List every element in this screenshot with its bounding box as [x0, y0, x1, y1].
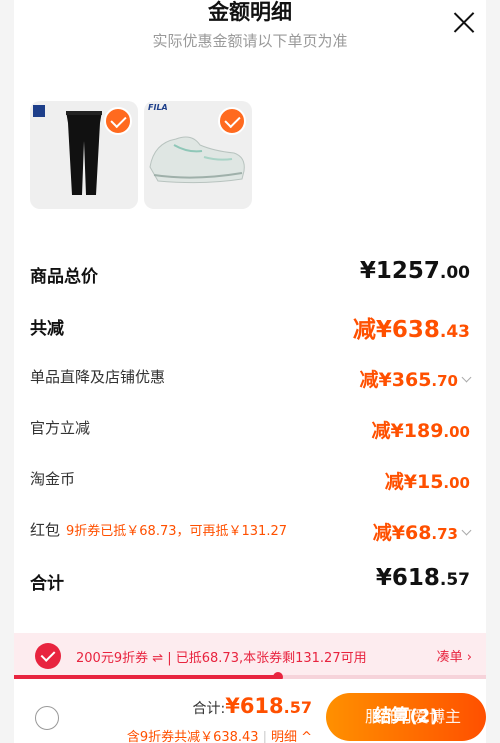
- taojinbi-value: 减¥15.00: [384, 471, 470, 493]
- row-total-discount: 共减 减¥638.43: [30, 314, 470, 344]
- row-sum: 合计 ¥618.57: [30, 565, 470, 599]
- row-taojinbi: 淘金币 减¥15.00: [30, 468, 470, 494]
- row-red-packet[interactable]: 红包 9折券已抵￥68.73，可再抵￥131.27 减¥68.73: [30, 518, 472, 545]
- sum-value: ¥618.57: [375, 565, 470, 591]
- total-discount-value: 减¥638.43: [352, 317, 470, 343]
- footer-total: 合计:¥618.57: [192, 694, 312, 718]
- page-subtitle: 实际优惠金额请以下单页为准: [152, 32, 348, 50]
- product-thumbnail-pants[interactable]: [30, 101, 138, 209]
- chevron-down-icon[interactable]: [461, 525, 472, 536]
- fila-logo-text: FILA: [148, 103, 168, 112]
- row-total-goods: 商品总价 ¥1257.00: [30, 258, 470, 292]
- footer-coupon-note: 含9折券共减￥638.43 | 明细 ^: [126, 730, 312, 743]
- close-icon[interactable]: [450, 8, 478, 36]
- taojinbi-label: 淘金币: [30, 470, 76, 488]
- fila-logo-icon: [33, 105, 45, 117]
- red-packet-value: 减¥68.73: [373, 518, 472, 545]
- coupon-text: 200元9折券 ⇌ | 已抵68.73,本张券剩131.27可用: [76, 651, 367, 666]
- coupon-checked-icon[interactable]: [35, 643, 61, 669]
- shop-discount-value: 减¥365.70: [360, 365, 472, 392]
- red-packet-label: 红包 9折券已抵￥68.73，可再抵￥131.27: [30, 521, 287, 539]
- official-value: 减¥189.00: [371, 420, 470, 442]
- watermark: 服饰可爱博主: [365, 707, 462, 726]
- total-goods-label: 商品总价: [30, 267, 98, 287]
- red-packet-note: 9折券已抵￥68.73，可再抵￥131.27: [66, 524, 287, 539]
- detail-link[interactable]: 明细 ^: [271, 730, 312, 743]
- shop-discount-label: 单品直降及店铺优惠: [30, 368, 166, 386]
- product-thumbnail-sneaker[interactable]: FILA: [144, 101, 252, 209]
- row-official: 官方立减 减¥189.00: [30, 417, 470, 443]
- official-label: 官方立减: [30, 419, 91, 437]
- row-shop-discount[interactable]: 单品直降及店铺优惠 减¥365.70: [30, 365, 472, 392]
- chevron-down-icon[interactable]: [461, 372, 472, 383]
- total-discount-label: 共减: [30, 319, 64, 339]
- selected-check-icon[interactable]: [218, 107, 246, 135]
- page-title: 金额明细: [208, 0, 292, 24]
- sum-label: 合计: [30, 574, 64, 594]
- total-goods-value: ¥1257.00: [359, 258, 470, 284]
- add-items-link[interactable]: 凑单 ›: [437, 646, 472, 665]
- coupon-bar[interactable]: 200元9折券 ⇌ | 已抵68.73,本张券剩131.27可用 凑单 ›: [14, 633, 486, 677]
- price-detail-sheet: 金额明细 实际优惠金额请以下单页为准 FILA 商品总价 ¥1257.00 共减…: [14, 0, 486, 743]
- selected-check-icon[interactable]: [104, 107, 132, 135]
- select-all-radio[interactable]: [35, 706, 59, 730]
